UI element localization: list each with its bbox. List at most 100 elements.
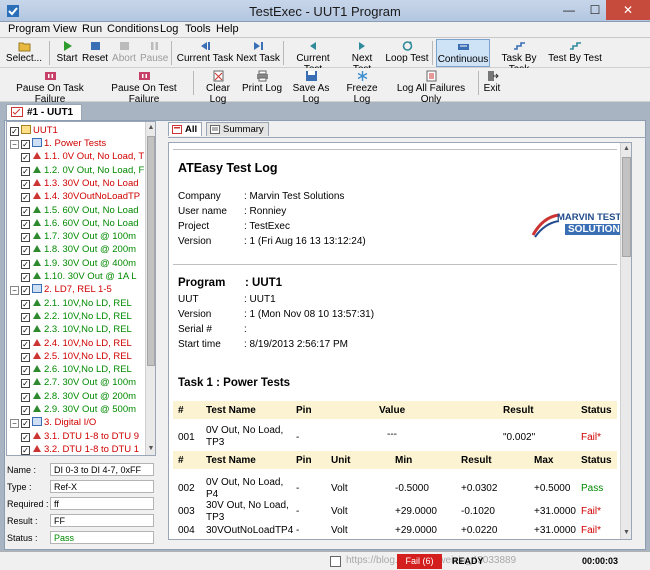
minimize-button[interactable]: — — [556, 0, 582, 20]
close-button[interactable]: ✕ — [606, 0, 650, 20]
tree-item[interactable]: ✓ 3.2. DTU 1-8 to DTU 1 — [21, 443, 139, 455]
next-test-button[interactable]: Next Test — [342, 39, 382, 75]
tree-item[interactable]: ✓ 2.9. 30V Out @ 500m — [21, 403, 136, 416]
tree-item[interactable]: ✓ 1.4. 30VOutNoLoadTP — [21, 190, 140, 203]
test-by-test-button[interactable]: Test By Test — [548, 39, 602, 67]
checkbox-icon[interactable]: ✓ — [21, 140, 30, 149]
tree-item[interactable]: ✓ 2.6. 10V,No LD, REL — [21, 363, 132, 376]
checkbox-icon[interactable]: ✓ — [21, 259, 30, 269]
collapse-icon[interactable]: − — [10, 286, 19, 296]
checkbox-icon[interactable]: ✓ — [21, 179, 30, 189]
checkbox-icon[interactable]: ✓ — [10, 127, 19, 136]
checkbox-icon[interactable]: ✓ — [21, 153, 30, 163]
menu-conditions[interactable]: Conditions — [107, 23, 159, 35]
tree-item[interactable]: ✓ 2.8. 30V Out @ 200m — [21, 390, 136, 403]
log-scroll-thumb[interactable] — [622, 157, 631, 257]
window-title: TestExec - UUT1 Program — [249, 4, 401, 19]
test-icon — [33, 258, 41, 266]
log-scroll-up-icon[interactable]: ▲ — [621, 143, 631, 155]
pause-on-task-failure-button[interactable]: Pause On Task Failure — [4, 69, 96, 105]
menu-log[interactable]: Log — [160, 23, 178, 35]
abort-button[interactable]: Abort — [110, 39, 138, 67]
info-version-value: : 1 (Fri Aug 16 13 13:12:24) — [244, 236, 366, 247]
checkbox-icon[interactable]: ✓ — [21, 419, 30, 429]
freeze-log-button[interactable]: Freeze Log — [339, 69, 385, 105]
checkbox-icon[interactable]: ✓ — [21, 166, 30, 176]
checkbox-icon[interactable]: ✓ — [21, 392, 30, 402]
menu-program[interactable]: Program — [8, 23, 50, 35]
maximize-button[interactable]: ☐ — [582, 0, 608, 20]
checkbox-icon[interactable]: ✓ — [21, 219, 30, 229]
tree-item[interactable]: ✓ 2.7. 30V Out @ 100m — [21, 376, 136, 389]
checkbox-icon[interactable]: ✓ — [21, 432, 30, 442]
checkbox-icon[interactable]: ✓ — [21, 445, 30, 455]
scroll-up-arrow-icon[interactable]: ▲ — [146, 122, 155, 134]
tree-item[interactable]: ✓ 1.10. 30V Out @ 1A L — [21, 270, 137, 283]
checkbox-icon[interactable]: ✓ — [21, 379, 30, 389]
tree-item[interactable]: ✓ 2.4. 10V,No LD, REL — [21, 337, 132, 350]
checkbox-icon[interactable]: ✓ — [21, 286, 30, 296]
tree-item[interactable]: ✓ 2.5. 10V,No LD, REL — [21, 350, 132, 363]
collapse-icon[interactable]: − — [10, 140, 19, 149]
collapse-icon[interactable]: − — [10, 419, 19, 429]
tab-uut1[interactable]: #1 - UUT1 — [6, 104, 82, 120]
reset-button[interactable]: Reset — [81, 39, 109, 67]
tab-summary[interactable]: Summary — [206, 122, 269, 136]
clear-log-button[interactable]: Clear Log — [197, 69, 239, 105]
tree-root[interactable]: ✓ UUT1 — [10, 124, 58, 137]
tree-item[interactable]: ✓ 1.5. 60V Out, No Load — [21, 204, 139, 217]
checkbox-icon[interactable]: ✓ — [21, 233, 30, 243]
menu-tools[interactable]: Tools — [185, 23, 211, 35]
checkbox-icon[interactable]: ✓ — [21, 246, 30, 256]
tab-all[interactable]: All — [168, 122, 203, 136]
checkbox-icon[interactable]: ✓ — [21, 352, 30, 362]
tree-item[interactable]: − ✓ 3. Digital I/O — [10, 416, 96, 429]
checkbox-icon[interactable]: ✓ — [21, 312, 30, 322]
log-scroll-down-icon[interactable]: ▼ — [621, 527, 631, 539]
tree-item[interactable]: − ✓ 2. LD7, REL 1-5 — [10, 283, 112, 296]
row-002-max: +0.5000 — [534, 483, 571, 494]
tree-item[interactable]: ✓ 1.9. 30V Out @ 400m — [21, 257, 136, 270]
continuous-button[interactable]: Continuous — [436, 39, 490, 67]
tree-item[interactable]: ✓ 2.3. 10V,No LD, REL — [21, 323, 132, 336]
checkbox-icon[interactable]: ✓ — [21, 193, 30, 203]
save-as-log-button[interactable]: Save As Log — [285, 69, 337, 105]
checkbox-icon[interactable]: ✓ — [21, 406, 30, 415]
row-004-num: 004 — [178, 525, 195, 536]
log-all-failures-only-button[interactable]: Log All Failures Only — [387, 69, 475, 105]
tree-item[interactable]: ✓ 1.3. 30V Out, No Load — [21, 177, 139, 190]
checkbox-icon[interactable]: ✓ — [21, 206, 30, 216]
menu-view[interactable]: View — [53, 23, 77, 35]
loop-test-button[interactable]: Loop Test — [385, 39, 429, 67]
checkbox-icon[interactable]: ✓ — [21, 326, 30, 336]
print-log-button[interactable]: Print Log — [241, 69, 283, 101]
select-button[interactable]: Select... — [2, 39, 46, 67]
exit-button[interactable]: Exit — [481, 69, 503, 101]
checkbox-icon[interactable]: ✓ — [21, 273, 30, 282]
tree-scroll-thumb[interactable] — [147, 136, 155, 366]
current-task-button[interactable]: Current Task — [176, 39, 234, 67]
scroll-down-arrow-icon[interactable]: ▼ — [146, 443, 155, 455]
tree-item[interactable]: ✓ 1.7. 30V Out @ 100m — [21, 230, 136, 243]
menu-help[interactable]: Help — [216, 23, 239, 35]
checkbox-icon[interactable]: ✓ — [21, 299, 30, 309]
task-by-task-button[interactable]: Task By Task — [492, 39, 546, 75]
tree-item[interactable]: ✓ 3.1. DTU 1-8 to DTU 9 — [21, 430, 139, 443]
menu-run[interactable]: Run — [82, 23, 102, 35]
tree-item[interactable]: − ✓ 1. Power Tests — [10, 137, 106, 150]
tree-item[interactable]: ✓ 1.1. 0V Out, No Load, T — [21, 150, 144, 163]
current-test-button[interactable]: Current Test — [287, 39, 339, 75]
tree-item[interactable]: ✓ 2.1. 10V,No LD, REL — [21, 297, 132, 310]
tree-item[interactable]: ✓ 1.2. 0V Out, No Load, F — [21, 164, 144, 177]
next-task-button[interactable]: Next Task — [236, 39, 280, 67]
tree-scrollbar[interactable]: ▲ ▼ — [145, 122, 155, 455]
pause-button[interactable]: Pause — [140, 39, 168, 67]
checkbox-icon[interactable]: ✓ — [21, 366, 30, 376]
tree-item[interactable]: ✓ 1.8. 30V Out @ 200m — [21, 243, 136, 256]
start-button[interactable]: Start — [54, 39, 80, 67]
tree-item[interactable]: ✓ 2.2. 10V,No LD, REL — [21, 310, 132, 323]
log-scrollbar[interactable]: ▲ ▼ — [620, 143, 631, 539]
checkbox-icon[interactable]: ✓ — [21, 339, 30, 349]
tree-item[interactable]: ✓ 1.6. 60V Out, No Load — [21, 217, 139, 230]
pause-on-test-failure-button[interactable]: Pause On Test Failure — [98, 69, 190, 105]
